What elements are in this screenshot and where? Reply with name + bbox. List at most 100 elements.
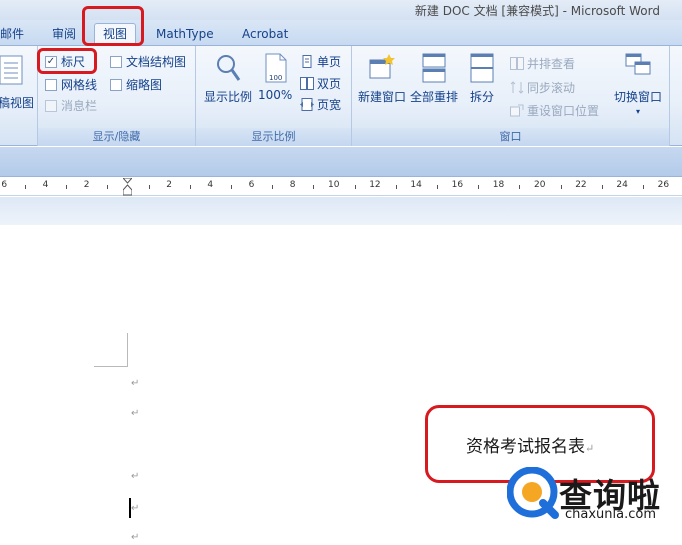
indent-marker-icon[interactable] xyxy=(123,178,132,196)
ruler-number: 2 xyxy=(83,180,90,190)
watermark-logo-icon xyxy=(507,467,559,519)
group-window: 新建窗口 全部重排 拆分 并排查看 同步滚动 重设窗口位置 切换窗口 ▾ 窗口 xyxy=(352,46,670,146)
unchecked-box xyxy=(110,78,122,91)
svg-text:100: 100 xyxy=(269,74,282,82)
window-title: 新建 DOC 文档 [兼容模式] - Microsoft Word xyxy=(414,4,660,18)
doc-map-checkbox[interactable]: 文档结构图 xyxy=(110,53,186,70)
ruler-tick xyxy=(601,185,603,189)
ruler-checkbox-label: 标尺 xyxy=(61,55,86,69)
paragraph-mark: ↵ xyxy=(131,408,140,419)
new-window-icon xyxy=(369,54,395,79)
page-100-icon: 100 xyxy=(265,53,287,83)
ruler-number: 18 xyxy=(492,180,505,190)
ruler-number: 10 xyxy=(328,180,340,190)
zoom-button[interactable]: 显示比例 xyxy=(204,52,252,105)
page-width-icon xyxy=(300,98,314,111)
new-window-label: 新建窗口 xyxy=(358,90,407,104)
side-by-side-label: 并排查看 xyxy=(527,57,576,71)
split-button[interactable]: 拆分 xyxy=(468,52,496,105)
ruler-number: 12 xyxy=(369,180,381,190)
watermark: 查询啦 chaxunla.com xyxy=(507,465,682,545)
magnifier-icon xyxy=(217,55,241,81)
reset-window-position-label: 重设窗口位置 xyxy=(527,104,600,118)
show-hide-group-label: 显示/隐藏 xyxy=(38,128,195,146)
tab-view[interactable]: 视图 xyxy=(94,23,137,46)
sync-scroll-icon xyxy=(510,81,524,94)
thumbnails-checkbox-label: 缩略图 xyxy=(126,78,163,92)
side-by-side-button: 并排查看 xyxy=(510,55,575,72)
unchecked-box xyxy=(45,99,57,112)
sync-scroll-label: 同步滚动 xyxy=(527,81,576,95)
unchecked-box xyxy=(45,78,57,91)
document-text[interactable]: 资格考试报名表↵ xyxy=(466,432,594,457)
arrange-all-label: 全部重排 xyxy=(410,90,459,104)
dropdown-arrow-icon: ▾ xyxy=(636,107,641,116)
ruler-tick xyxy=(354,185,356,189)
ruler-number: 20 xyxy=(534,180,546,190)
ruler-tick xyxy=(272,185,274,189)
thumbnails-checkbox[interactable]: 缩略图 xyxy=(110,76,162,93)
one-page-button[interactable]: 单页 xyxy=(300,53,341,70)
word-window: 新建 DOC 文档 [兼容模式] - Microsoft Word 邮件 审阅 … xyxy=(0,0,682,545)
title-bar: 新建 DOC 文档 [兼容模式] - Microsoft Word xyxy=(0,0,682,20)
one-page-label: 单页 xyxy=(317,55,342,69)
ruler-tick xyxy=(313,185,315,189)
tab-acrobat[interactable]: Acrobat xyxy=(242,25,288,45)
horizontal-ruler[interactable]: 6 4 2 2 4 6 8 10 12 14 16 18 20 22 24 26 xyxy=(0,178,682,196)
zoom-group-label: 显示比例 xyxy=(196,128,351,146)
ruler-tick xyxy=(519,185,521,189)
ruler-number: 24 xyxy=(616,180,628,190)
reset-position-icon xyxy=(510,104,524,117)
arrange-all-button[interactable]: 全部重排 xyxy=(410,52,458,105)
page-width-label: 页宽 xyxy=(317,98,342,112)
reset-window-position-button: 重设窗口位置 xyxy=(510,102,599,119)
paragraph-mark: ↵ xyxy=(131,503,140,514)
ruler-tick xyxy=(395,185,397,189)
message-bar-checkbox-label: 消息栏 xyxy=(61,99,98,113)
unchecked-box xyxy=(110,55,122,68)
ruler-checkbox[interactable]: ✓ 标尺 xyxy=(45,53,85,70)
ribbon-bottom-band xyxy=(0,147,682,177)
group-document-views: 草稿视图 xyxy=(0,46,38,146)
two-pages-button[interactable]: 双页 xyxy=(300,75,341,92)
switch-windows-label: 切换窗口 xyxy=(614,90,663,104)
ruler-number: 6 xyxy=(1,180,8,190)
draft-view-button[interactable]: 草稿视图 xyxy=(0,54,34,111)
zoom-label: 显示比例 xyxy=(204,90,253,104)
paragraph-mark: ↵ xyxy=(131,532,140,543)
sync-scroll-button: 同步滚动 xyxy=(510,79,575,96)
switch-windows-button[interactable]: 切换窗口 ▾ xyxy=(614,52,662,116)
zoom-100-label: 100% xyxy=(258,88,293,102)
page-margin-corner xyxy=(94,333,128,367)
tab-mathtype[interactable]: MathType xyxy=(156,25,214,45)
tab-review[interactable]: 审阅 xyxy=(52,25,76,45)
ruler-tick xyxy=(107,185,109,189)
ruler-tick xyxy=(148,185,150,189)
split-icon xyxy=(470,53,494,83)
paragraph-mark: ↵ xyxy=(131,471,140,482)
ruler-tick xyxy=(560,185,562,189)
text-cursor xyxy=(129,498,131,518)
split-label: 拆分 xyxy=(469,90,494,104)
two-pages-icon xyxy=(300,77,314,90)
switch-windows-icon xyxy=(625,53,651,75)
paragraph-mark: ↵ xyxy=(131,378,140,389)
ruler-tick xyxy=(643,185,644,189)
ruler-number: 8 xyxy=(289,180,296,190)
arrange-all-icon xyxy=(422,53,446,83)
message-bar-checkbox: 消息栏 xyxy=(45,97,97,114)
paragraph-mark: ↵ xyxy=(585,442,595,455)
one-page-icon xyxy=(302,55,312,68)
tab-mailings[interactable]: 邮件 xyxy=(0,25,24,45)
ruler-number: 14 xyxy=(410,180,422,190)
new-window-button[interactable]: 新建窗口 xyxy=(358,52,406,105)
doc-map-checkbox-label: 文档结构图 xyxy=(126,55,187,69)
checkmark-icon: ✓ xyxy=(45,55,57,68)
ruler-tick xyxy=(231,185,232,189)
gridlines-checkbox-label: 网格线 xyxy=(61,78,98,92)
gridlines-checkbox[interactable]: 网格线 xyxy=(45,76,97,93)
ruler-number: 2 xyxy=(166,180,172,190)
document-text-value: 资格考试报名表 xyxy=(466,437,585,457)
zoom-100-button[interactable]: 100 100% xyxy=(258,52,292,102)
page-width-button[interactable]: 页宽 xyxy=(300,96,341,113)
